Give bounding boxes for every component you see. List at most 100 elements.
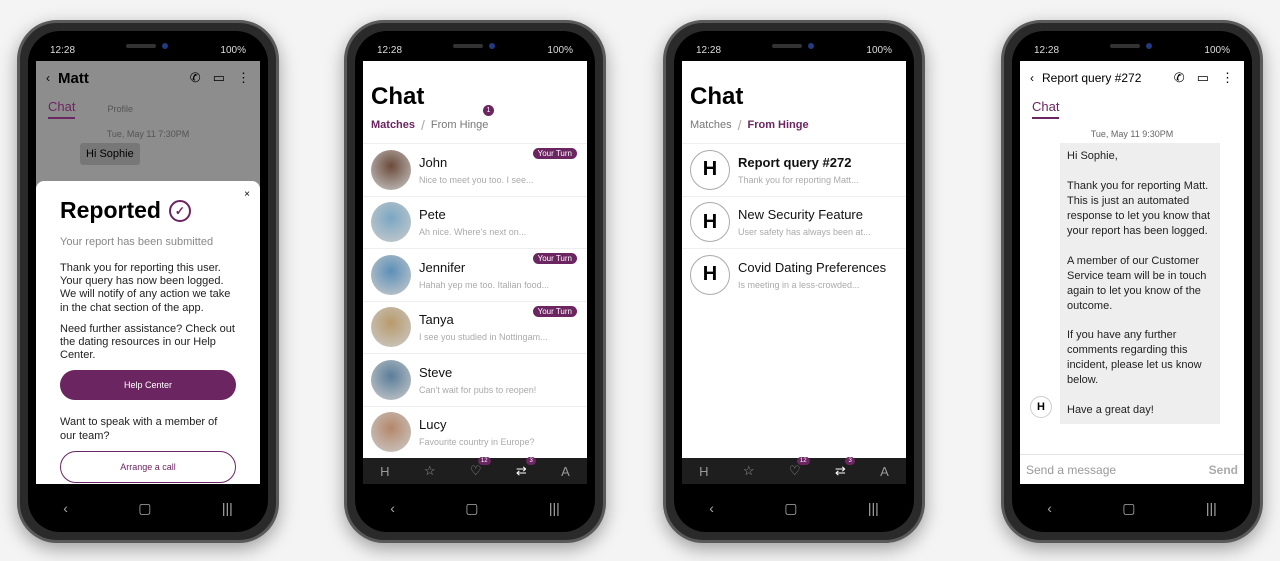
star-icon[interactable]: ☆ xyxy=(424,463,436,479)
nav-recents-icon[interactable]: ||| xyxy=(222,500,233,516)
chat-title: Report query #272 xyxy=(1042,71,1142,85)
video-icon[interactable]: ▭ xyxy=(213,70,225,86)
match-name: Pete xyxy=(419,207,446,223)
help-center-button[interactable]: Help Center xyxy=(60,370,236,401)
tab-chat[interactable]: Chat xyxy=(48,99,76,119)
send-button[interactable]: Send xyxy=(1209,463,1238,477)
status-battery: 100% xyxy=(220,45,246,56)
nav-home-icon[interactable]: ▢ xyxy=(1122,500,1135,517)
match-row[interactable]: Pete Ah nice. Where's next on... xyxy=(363,195,587,249)
hinge-message-preview: Thank you for reporting Matt... xyxy=(738,174,859,185)
close-icon[interactable]: × xyxy=(244,189,250,200)
tab-chat[interactable]: Chat xyxy=(1032,99,1060,119)
page-title: Chat xyxy=(371,83,425,110)
chats-icon[interactable]: ⇄ 3 xyxy=(516,457,536,479)
tab-matches[interactable]: Matches xyxy=(371,119,415,131)
nav-back-icon[interactable]: ‹ xyxy=(63,500,68,516)
discover-icon[interactable]: H xyxy=(380,464,389,479)
menu-icon[interactable]: ⋮ xyxy=(237,70,250,86)
match-row[interactable]: Jennifer Hahah yep me too. Italian food..… xyxy=(363,248,587,301)
nav-back-icon[interactable]: ‹ xyxy=(1047,500,1052,516)
match-preview: I see you studied in Nottingam... xyxy=(419,332,548,343)
nav-recents-icon[interactable]: ||| xyxy=(549,500,560,516)
chat-title: Matt xyxy=(58,69,89,87)
hinge-message-title: Covid Dating Preferences xyxy=(738,259,887,275)
nav-home-icon[interactable]: ▢ xyxy=(784,500,797,517)
hinge-message-row[interactable]: H Report query #272 Thank you for reportin… xyxy=(682,143,906,196)
match-row[interactable]: Tanya I see you studied in Nottingam... Yo… xyxy=(363,300,587,354)
avatar xyxy=(371,202,411,243)
tab-matches[interactable]: Matches xyxy=(690,119,732,131)
hinge-message-preview: Is meeting in a less-crowded... xyxy=(738,279,860,290)
nav-back-icon[interactable]: ‹ xyxy=(709,500,714,516)
phone-matches-list: 12:28 100% Chat Matches / From Hinge 1 Jo… xyxy=(344,20,606,543)
chats-icon[interactable]: ⇄ 3 xyxy=(835,457,855,479)
avatar xyxy=(371,254,411,295)
message-date: Tue, May 11 9:30PM xyxy=(1090,129,1174,139)
tab-from-hinge[interactable]: From Hinge xyxy=(747,119,808,131)
hinge-logo-icon: H xyxy=(690,202,730,243)
avatar xyxy=(371,359,411,400)
avatar xyxy=(371,307,411,348)
message-bubble: Hi Sophie, Thank you for reporting Matt.… xyxy=(1060,143,1220,425)
likes-icon[interactable]: ♡ 12 xyxy=(470,457,491,479)
match-row[interactable]: Lucy Favourite country in Europe? xyxy=(363,405,587,459)
modal-team-text: Want to speak with a member of our team? xyxy=(60,416,218,442)
bottom-tab-bar: H ☆ ♡ 12 ⇄ 3 A xyxy=(682,457,906,484)
status-time: 12:28 xyxy=(50,45,76,56)
phone-icon[interactable]: ✆ xyxy=(190,70,201,86)
hinge-message-row[interactable]: H Covid Dating Preferences Is meeting in a… xyxy=(682,248,906,301)
modal-subtitle: Your report has been submitted xyxy=(60,236,214,248)
modal-body: Thank you for reporting this user. Your … xyxy=(60,262,231,314)
back-icon[interactable]: ‹ xyxy=(46,71,50,85)
match-preview: Nice to meet you too. I see... xyxy=(419,174,534,185)
arrange-call-button[interactable]: Arrange a call xyxy=(60,450,236,483)
message-input[interactable]: Send a message xyxy=(1026,463,1116,477)
status-battery: 100% xyxy=(866,45,892,56)
back-icon[interactable]: ‹ xyxy=(1030,71,1034,85)
nav-home-icon[interactable]: ▢ xyxy=(138,500,151,517)
nav-recents-icon[interactable]: ||| xyxy=(868,500,879,516)
status-time: 12:28 xyxy=(1034,45,1060,56)
match-list: John Nice to meet you too. I see... Your T… xyxy=(363,143,587,484)
menu-icon[interactable]: ⋮ xyxy=(1221,70,1234,86)
chats-badge: 3 xyxy=(526,457,536,465)
match-row[interactable]: John Nice to meet you too. I see... Your T… xyxy=(363,143,587,196)
hinge-list: H Report query #272 Thank you for reportin… xyxy=(682,143,906,301)
chats-badge: 3 xyxy=(845,457,855,465)
discover-icon[interactable]: H xyxy=(699,464,708,479)
phone-icon[interactable]: ✆ xyxy=(1174,70,1185,86)
hinge-badge: 1 xyxy=(483,105,494,116)
check-circle-icon: ✓ xyxy=(168,199,191,222)
hinge-logo-icon: H xyxy=(690,254,730,295)
your-turn-badge: Your Turn xyxy=(532,305,577,317)
match-row[interactable]: Steve Can't wait for pubs to reopen! xyxy=(363,353,587,406)
status-time: 12:28 xyxy=(696,45,722,56)
match-name: Steve xyxy=(419,364,453,380)
profile-icon[interactable]: A xyxy=(561,464,570,479)
nav-recents-icon[interactable]: ||| xyxy=(1206,500,1217,516)
likes-badge: 12 xyxy=(796,457,810,465)
your-turn-badge: Your Turn xyxy=(532,148,577,159)
likes-icon[interactable]: ♡ 12 xyxy=(789,457,810,479)
tab-profile[interactable]: Profile xyxy=(107,104,133,119)
match-preview: Ah nice. Where's next on... xyxy=(419,227,527,238)
match-name: Tanya xyxy=(419,312,454,328)
your-turn-badge: Your Turn xyxy=(532,253,577,264)
profile-icon[interactable]: A xyxy=(880,464,889,479)
message-date: Tue, May 11 7:30PM xyxy=(106,129,190,139)
message-bubble: Hi Sophie xyxy=(80,143,140,165)
tab-from-hinge[interactable]: From Hinge xyxy=(431,119,488,131)
hinge-message-preview: User safety has always been at... xyxy=(738,227,871,238)
hinge-message-row[interactable]: H New Security Feature User safety has alw… xyxy=(682,195,906,249)
match-name: John xyxy=(419,154,448,170)
match-name: Jennifer xyxy=(419,259,466,275)
star-icon[interactable]: ☆ xyxy=(743,463,755,479)
nav-back-icon[interactable]: ‹ xyxy=(390,500,395,516)
match-name: Lucy xyxy=(419,417,447,433)
nav-home-icon[interactable]: ▢ xyxy=(465,500,478,517)
match-preview: Can't wait for pubs to reopen! xyxy=(419,384,537,395)
status-time: 12:28 xyxy=(377,45,403,56)
video-icon[interactable]: ▭ xyxy=(1197,70,1209,86)
hinge-logo-icon: H xyxy=(690,149,730,190)
